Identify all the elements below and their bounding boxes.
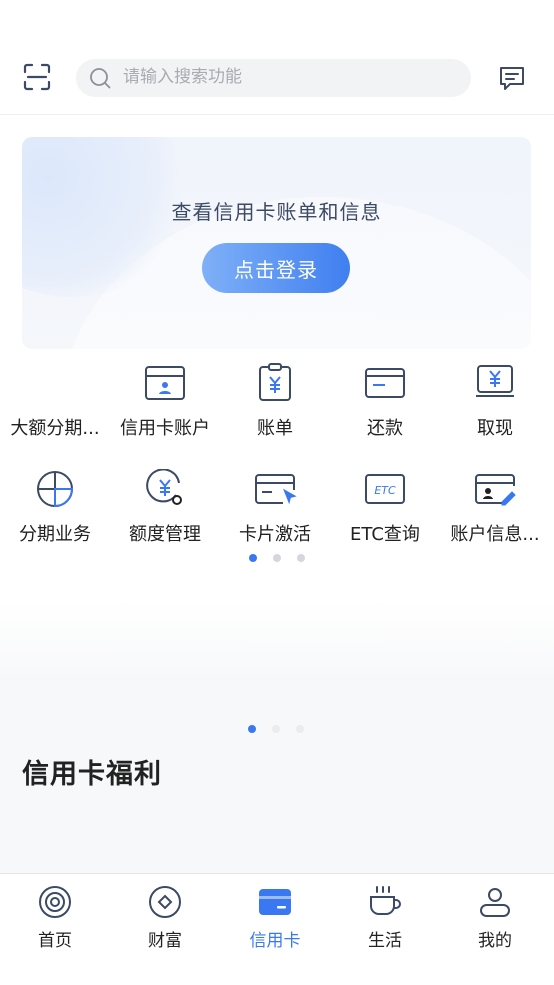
pager-dot[interactable] [272, 725, 280, 733]
pager-dot[interactable] [297, 554, 305, 562]
life-cup-icon [370, 886, 401, 915]
grid-item-bill[interactable]: 账单 [220, 363, 330, 440]
grid-item-etc[interactable]: ETC ETC查询 [330, 469, 440, 546]
search-icon [90, 68, 111, 89]
promo-area [0, 600, 554, 873]
grid-item-label: ETC查询 [350, 524, 420, 545]
tab-label: 我的 [478, 931, 512, 951]
grid-item-label: 分期业务 [19, 524, 91, 545]
account-info-icon [475, 474, 516, 506]
card-account-icon [145, 366, 185, 400]
limit-manage-icon [146, 469, 182, 505]
credit-card-icon [259, 889, 291, 915]
banner-title: 查看信用卡账单和信息 [171, 200, 382, 224]
pager-dot[interactable] [296, 725, 304, 733]
tab-label: 财富 [148, 931, 182, 951]
tab-profile[interactable]: 我的 [440, 884, 550, 951]
tab-home[interactable]: 首页 [0, 884, 110, 951]
grid-item-label: 还款 [367, 418, 403, 439]
installment-large-icon [33, 363, 77, 403]
tab-label: 信用卡 [249, 931, 301, 951]
tab-credit-card[interactable]: 信用卡 [220, 884, 330, 951]
grid-item-repay[interactable]: 还款 [330, 363, 440, 440]
tab-label: 生活 [368, 931, 402, 951]
bill-icon [259, 363, 291, 401]
search-bar[interactable]: 请输入搜索功能 [76, 59, 471, 97]
grid-item-label: 账单 [257, 418, 293, 439]
message-icon[interactable] [497, 63, 527, 93]
login-banner: 查看信用卡账单和信息 点击登录 [22, 137, 531, 349]
grid-item-label: 信用卡账户 [120, 418, 210, 439]
promo-pager [248, 725, 308, 733]
bottom-tab-bar: 首页 财富 信用卡 生活 我的 [0, 873, 554, 985]
grid-item-label: 账户信息... [450, 524, 540, 545]
section-title: 信用卡福利 [22, 759, 162, 790]
installment-icon [37, 471, 74, 508]
scan-icon[interactable] [22, 62, 52, 92]
grid-item-label: 大额分期... [10, 418, 100, 439]
etc-icon: ETC [365, 474, 405, 504]
home-icon [39, 886, 71, 918]
grid-item-label: 额度管理 [129, 524, 201, 545]
tab-life[interactable]: 生活 [330, 884, 440, 951]
tab-wealth[interactable]: 财富 [110, 884, 220, 951]
grid-item-account-info[interactable]: 账户信息... [440, 469, 550, 546]
cash-withdraw-icon [476, 365, 514, 397]
grid-item-cash-withdraw[interactable]: 取现 [440, 363, 550, 440]
grid-item-installment-large[interactable]: 大额分期... [0, 363, 110, 440]
grid-item-card-activate[interactable]: 卡片激活 [220, 469, 330, 546]
login-button[interactable]: 点击登录 [202, 243, 350, 293]
grid-pager [249, 554, 309, 562]
grid-item-limit-manage[interactable]: 额度管理 [110, 469, 220, 546]
pager-dot[interactable] [248, 725, 256, 733]
grid-item-installment[interactable]: 分期业务 [0, 469, 110, 546]
etc-badge-text: ETC [374, 484, 396, 497]
grid-item-label: 取现 [477, 418, 513, 439]
wealth-icon [149, 886, 181, 918]
pager-dot[interactable] [249, 554, 257, 562]
search-placeholder: 请输入搜索功能 [123, 67, 242, 87]
grid-item-card-account[interactable]: 信用卡账户 [110, 363, 220, 440]
pager-dot[interactable] [273, 554, 281, 562]
profile-icon [480, 888, 510, 917]
grid-item-label: 卡片激活 [239, 524, 311, 545]
card-activate-icon [255, 474, 297, 505]
tab-label: 首页 [38, 931, 72, 951]
top-bar: 请输入搜索功能 [0, 0, 554, 115]
repay-icon [365, 368, 405, 398]
